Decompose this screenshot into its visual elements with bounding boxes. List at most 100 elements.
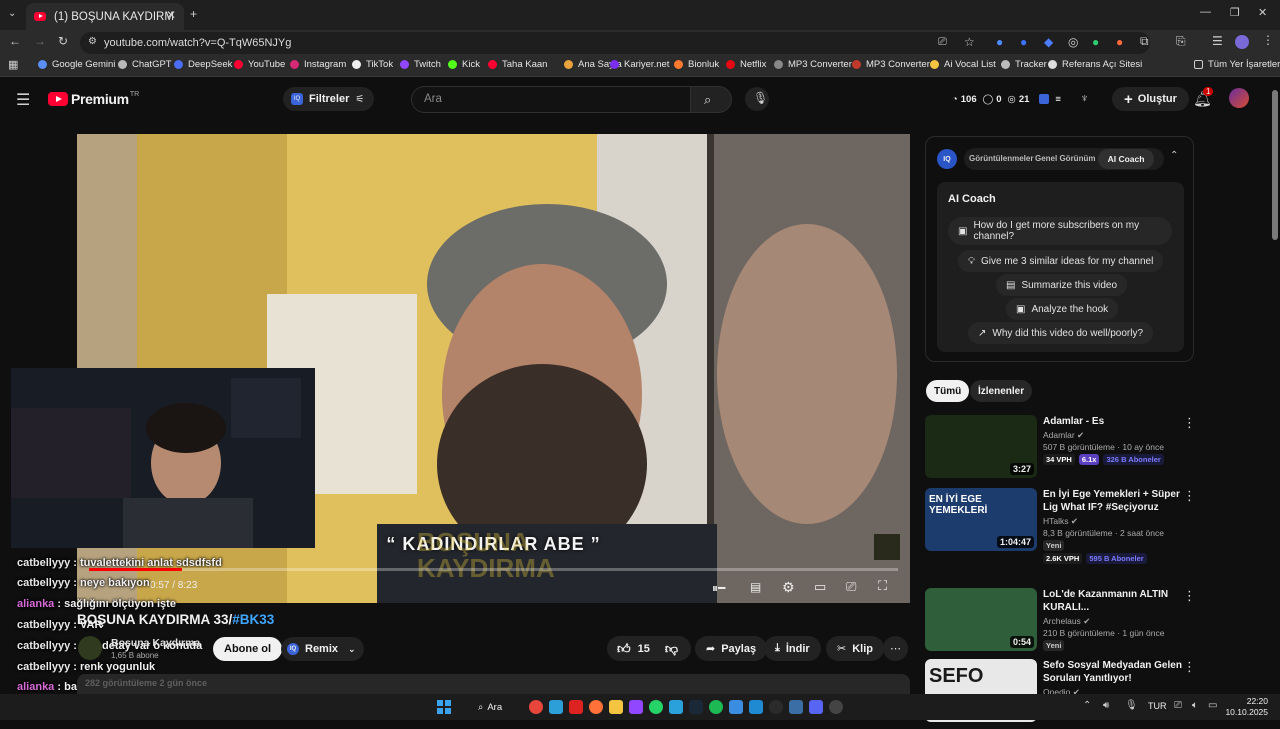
download-button[interactable]: ⤓ İndir — [764, 636, 821, 661]
browser-tab[interactable]: (1) BOŞUNA KAYDIRMA 33/#BK ✕ — [26, 3, 184, 30]
coach-prompt-ideas[interactable]: 💡︎ Give me 3 similar ideas for my channel — [958, 250, 1164, 272]
forward-icon[interactable]: → — [34, 34, 46, 48]
firefox-icon[interactable] — [589, 700, 603, 714]
search-input[interactable]: Ara — [411, 86, 691, 113]
extension-icon[interactable]: ● — [1092, 35, 1099, 49]
bookmark-item[interactable]: Kariyer.net — [610, 59, 669, 70]
bookmark-item[interactable]: Ai Vocal List — [930, 59, 996, 70]
address-bar[interactable]: ⚙ youtube.com/watch?v=Q-TqW65NJYg ⎚ ☆ — [80, 32, 1150, 54]
create-button[interactable]: + Oluştur — [1112, 87, 1189, 111]
whatsapp-icon[interactable] — [649, 700, 663, 714]
browser-menu-icon[interactable]: ⋮ — [1262, 33, 1274, 47]
more-vertical-icon[interactable]: ⋮ — [1183, 415, 1196, 431]
iq-tab-overview[interactable]: Genel Görünüm — [1035, 154, 1095, 163]
channel-name[interactable]: Boşuna Kaydırma — [111, 637, 200, 649]
volume-icon[interactable]: 🔊︎ — [1103, 700, 1109, 711]
epic-games-icon[interactable] — [769, 700, 783, 714]
site-info-icon[interactable]: ⚙ — [88, 36, 97, 47]
cast-icon[interactable]: ⎚ — [846, 579, 856, 595]
reading-list-icon[interactable]: ☰ — [1212, 34, 1223, 48]
page-scrollbar[interactable] — [1271, 80, 1279, 694]
coach-prompt-hook[interactable]: ▣ Analyze the hook — [1006, 298, 1119, 320]
video-thumbnail[interactable]: 3:27 — [925, 415, 1037, 478]
bookmark-item[interactable]: ChatGPT — [118, 59, 172, 70]
theater-mode-icon[interactable]: ▭ — [814, 579, 826, 595]
filter-chip-watched[interactable]: İzlenenler — [970, 380, 1033, 402]
description-box[interactable]: 282 görüntüleme 2 gün önce — [77, 674, 910, 694]
recommended-video[interactable]: 3:27 Adamlar - Es Adamlar ✔︎ 507 B görüntül… — [925, 415, 1225, 485]
extension-icon[interactable]: ● — [1116, 35, 1123, 49]
bookmark-item[interactable]: MP3 Converter — [774, 59, 852, 70]
voice-search-button[interactable]: 🎙 — [745, 87, 769, 111]
battery-icon[interactable]: ▭ — [1208, 700, 1217, 711]
discord-icon[interactable] — [809, 700, 823, 714]
telegram-icon[interactable] — [669, 700, 683, 714]
bookmark-item[interactable]: Instagram — [290, 59, 346, 70]
bookmark-item[interactable]: DeepSeek — [174, 59, 232, 70]
minimize-icon[interactable]: — — [1200, 6, 1211, 18]
bookmark-item[interactable]: Bionluk — [674, 59, 719, 70]
youtube-logo[interactable]: Premium TR — [48, 91, 139, 107]
translate-icon[interactable]: ⎘ — [1176, 34, 1186, 49]
recommended-video[interactable]: EN İYİ EGE YEMEKLERİ 1:04:47 En İyi Ege Ye… — [925, 488, 1225, 564]
more-vertical-icon[interactable]: ⋮ — [1183, 488, 1196, 504]
iq-tab-ai-coach[interactable]: AI Coach — [1098, 149, 1154, 169]
recommended-title[interactable]: En İyi Ege Yemekleri + Süper Lig What IF… — [1043, 488, 1191, 514]
extension-icon[interactable]: ● — [1020, 35, 1027, 49]
extension-icon[interactable]: ◆ — [1044, 35, 1053, 49]
tab-close-icon[interactable]: ✕ — [166, 8, 176, 22]
bookmark-item[interactable]: Taha Kaan — [488, 59, 547, 70]
iq-stats[interactable]: ◔ 106 ◯ 0 ◎ 21 ≡ — [944, 87, 1069, 111]
extensions-puzzle-icon[interactable]: ⧉ — [1140, 34, 1149, 49]
fullscreen-icon[interactable]: ⛶ — [878, 578, 887, 594]
extension-icon[interactable]: ● — [996, 35, 1003, 49]
clip-button[interactable]: ✂ Klip — [826, 636, 884, 661]
steam-app-icon[interactable] — [689, 700, 703, 714]
opera-icon[interactable] — [569, 700, 583, 714]
recommended-video[interactable]: 0:54 LoL'de Kazanmanın ALTIN KURALI... Arc… — [925, 588, 1225, 658]
restore-icon[interactable]: ❐ — [1230, 6, 1240, 19]
steam-icon[interactable] — [789, 700, 803, 714]
chrome-icon[interactable] — [529, 700, 543, 714]
bookmark-item[interactable]: Kick — [448, 59, 480, 70]
more-vertical-icon[interactable]: ⋮ — [1183, 659, 1196, 675]
twitch-app-icon[interactable] — [629, 700, 643, 714]
taskbar-search[interactable]: ⌕ Ara — [470, 697, 520, 717]
store-icon[interactable] — [729, 700, 743, 714]
like-icon[interactable]: 👍︎ — [617, 641, 631, 657]
taskbar-date[interactable]: 10.10.2025 — [1224, 707, 1268, 717]
bookmark-item[interactable]: Referans Açı Sitesi — [1048, 59, 1142, 70]
more-actions-button[interactable]: ⋯ — [883, 636, 908, 661]
mic-tray-icon[interactable]: 🎙 — [1125, 700, 1138, 711]
bookmark-item[interactable]: MP3 Converter — [852, 59, 930, 70]
bookmark-star-icon[interactable]: ☆ — [964, 35, 975, 49]
settings-gear-icon[interactable]: ⚙ — [782, 579, 795, 596]
dislike-icon[interactable]: 👎︎ — [665, 641, 678, 657]
all-bookmarks[interactable]: Tüm Yer İşaretleri — [1194, 59, 1280, 70]
taskbar-time[interactable]: 22:20 — [1228, 696, 1268, 706]
bookmark-item[interactable]: Twitch — [400, 59, 441, 70]
spotify-icon[interactable] — [709, 700, 723, 714]
bookmark-item[interactable]: TikTok — [352, 59, 393, 70]
vscode-icon[interactable] — [749, 700, 763, 714]
more-vertical-icon[interactable]: ⋮ — [1183, 588, 1196, 604]
recommended-channel[interactable]: Adamlar ✔︎ — [1043, 430, 1084, 441]
account-avatar[interactable] — [1229, 88, 1249, 108]
share-button[interactable]: ➦ Paylaş — [695, 636, 768, 661]
bookmark-item[interactable]: YouTube — [234, 59, 285, 70]
profile-avatar[interactable] — [1235, 35, 1249, 49]
obs-icon[interactable] — [829, 700, 843, 714]
network-icon[interactable]: ⎚ — [1174, 700, 1182, 711]
apps-grid-icon[interactable]: ▦ — [8, 58, 18, 71]
video-thumbnail[interactable]: EN İYİ EGE YEMEKLERİ 1:04:47 — [925, 488, 1037, 551]
scrollbar-thumb[interactable] — [1272, 90, 1278, 240]
subscribe-button[interactable]: Abone ol — [213, 637, 283, 661]
video-title-hashtag[interactable]: #BK33 — [232, 612, 274, 627]
captions-icon[interactable]: ▤ — [750, 580, 761, 594]
hamburger-menu-icon[interactable]: ☰ — [16, 90, 30, 110]
coach-prompt-performance[interactable]: ↗ Why did this video do well/poorly? — [968, 322, 1154, 344]
search-button[interactable]: ⌕ — [690, 86, 732, 113]
windows-start-icon[interactable] — [437, 700, 451, 714]
file-explorer-icon[interactable] — [609, 700, 623, 714]
speaker-icon[interactable]: 🔈︎ — [1192, 700, 1198, 711]
